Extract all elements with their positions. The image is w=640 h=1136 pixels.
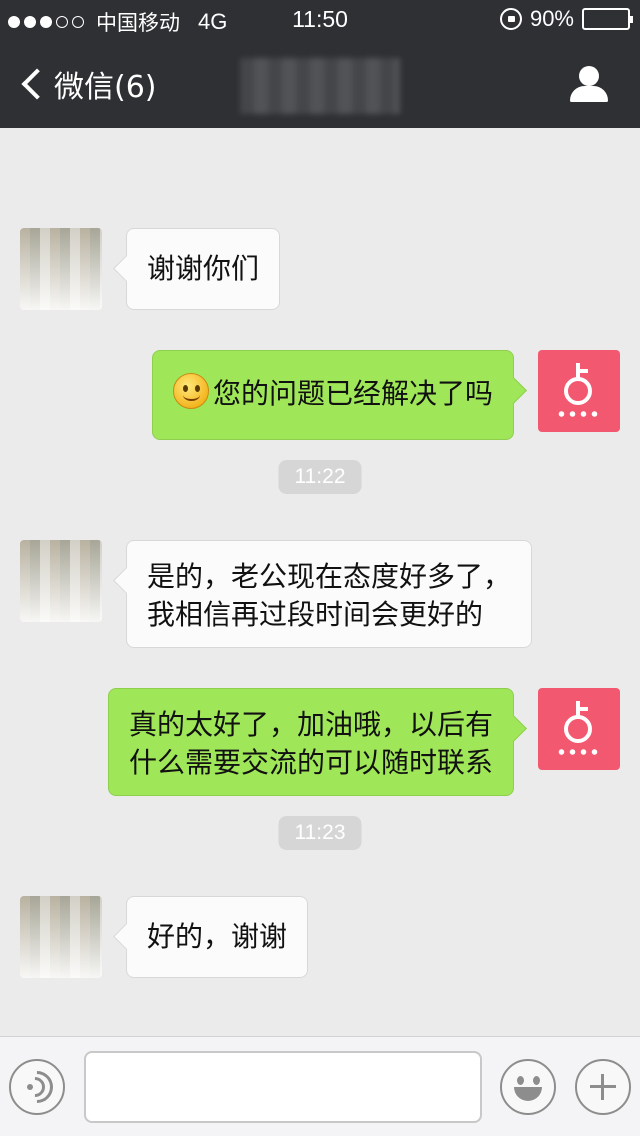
smile-emoji-icon <box>172 373 209 409</box>
message-text-line: 什么需要交流的可以随时联系 <box>128 746 493 779</box>
message-bubble[interactable]: 真的太好了，加油哦，以后有 什么需要交流的可以随时联系 <box>107 688 514 796</box>
timestamp: 11:22 <box>278 460 362 494</box>
chevron-left-icon <box>21 68 53 100</box>
message-text-line: 真的太好了，加油哦，以后有 <box>128 708 493 741</box>
contact-name-blurred <box>240 58 400 114</box>
plus-icon <box>590 1074 616 1100</box>
my-avatar[interactable] <box>538 688 620 770</box>
emoji-button[interactable] <box>500 1059 556 1115</box>
battery-percent: 90% <box>529 6 574 31</box>
timestamp: 11:23 <box>278 816 362 850</box>
nav-bar: 微信(6) <box>0 40 640 128</box>
voice-icon <box>14 1064 60 1110</box>
message-text: 谢谢你们 <box>147 252 260 285</box>
message-bubble[interactable]: 是的，老公现在态度好多了， 我相信再过段时间会更好的 <box>126 540 533 648</box>
person-icon <box>579 66 599 86</box>
message-text: 好的，谢谢 <box>147 920 288 953</box>
message-text-line: 是的，老公现在态度好多了， <box>147 560 512 593</box>
my-avatar[interactable] <box>538 350 620 432</box>
message-text-line: 我相信再过段时间会更好的 <box>147 598 484 631</box>
voice-button[interactable] <box>9 1059 65 1115</box>
message-bubble[interactable]: 好的，谢谢 <box>126 896 309 978</box>
emoji-icon <box>506 1065 550 1109</box>
battery-icon <box>582 8 633 30</box>
contact-avatar[interactable] <box>20 896 102 978</box>
back-label: 微信(6) <box>54 70 157 105</box>
back-button[interactable]: 微信(6) <box>18 62 157 106</box>
status-bar: 中国移动 4G 11:50 90% <box>0 0 640 40</box>
message-input[interactable] <box>84 1051 482 1123</box>
contact-avatar[interactable] <box>20 540 102 622</box>
wheelchair-logo-icon <box>554 701 604 757</box>
more-button[interactable] <box>575 1059 631 1115</box>
message-bubble[interactable]: 您的问题已经解决了吗 <box>151 350 514 440</box>
input-bar <box>0 1036 640 1136</box>
message-bubble[interactable]: 谢谢你们 <box>126 228 281 310</box>
chat-area[interactable]: 谢谢你们 您的问题已经解决了吗 11:22 是的，老公现在态度好多了， 我相信再… <box>0 128 640 1036</box>
profile-button[interactable] <box>568 64 610 106</box>
person-icon-body <box>570 86 608 102</box>
contact-avatar[interactable] <box>20 228 102 310</box>
rotation-lock-icon <box>499 8 522 30</box>
wheelchair-logo-icon <box>554 363 604 419</box>
message-text: 您的问题已经解决了吗 <box>212 377 493 410</box>
